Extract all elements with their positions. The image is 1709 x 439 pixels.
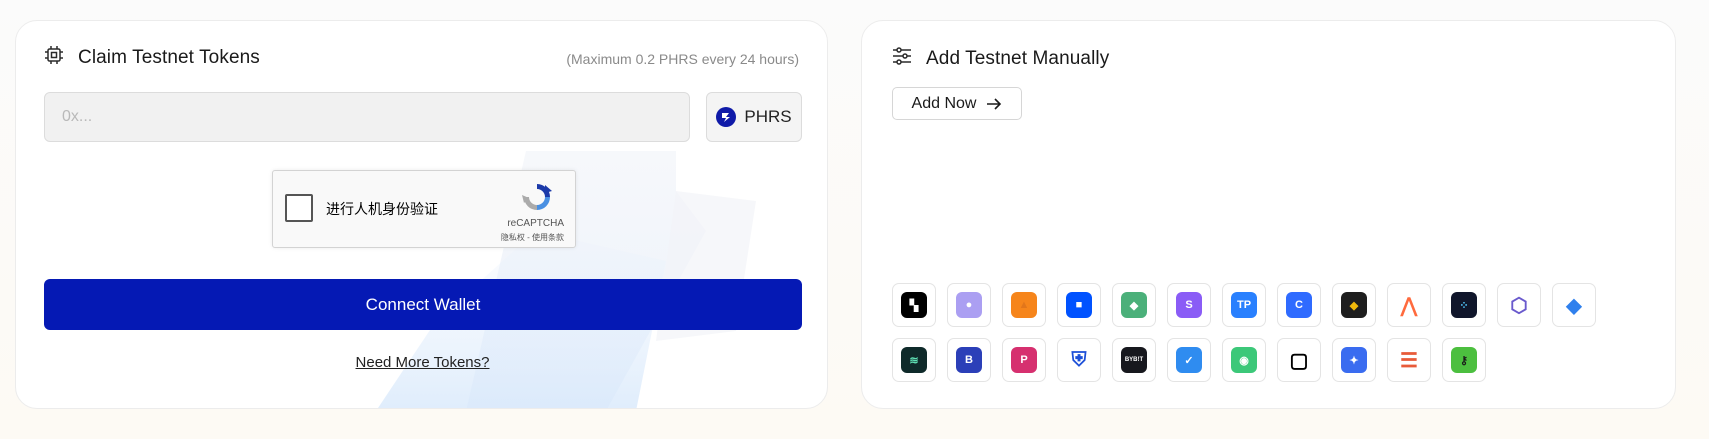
wallet-option[interactable]: ☰ <box>1387 338 1431 382</box>
manual-card-header: Add Testnet Manually <box>892 46 1109 71</box>
a-peak-wallet-icon: ⋀ <box>1396 292 1422 318</box>
b-blue-wallet-icon: B <box>956 347 982 373</box>
wallet-option[interactable]: ▲ <box>1002 283 1046 327</box>
square-ring-wallet-icon: ▢ <box>1286 347 1312 373</box>
recaptcha-terms-links[interactable]: 隐私权 - 使用条款 <box>501 232 564 243</box>
more-tokens-row: Need More Tokens? <box>16 354 827 372</box>
sliders-icon <box>892 46 912 71</box>
wallet-option[interactable]: ■ <box>1057 283 1101 327</box>
wallet-option[interactable]: TP <box>1222 283 1266 327</box>
wallet-option[interactable]: ✦ <box>1332 338 1376 382</box>
add-testnet-card: Add Testnet Manually Add Now ▚ ● ▲ ■ ◆ S TP C ◆ ⋀… <box>861 20 1676 409</box>
shield-wallet-icon: ⛨ <box>1066 347 1092 373</box>
metamask-fox-icon: ▲ <box>1011 292 1037 318</box>
wallet-option[interactable]: S <box>1167 283 1211 327</box>
add-now-label: Add Now <box>911 94 977 112</box>
connect-wallet-button[interactable]: Connect Wallet <box>44 279 802 330</box>
need-more-tokens-link[interactable]: Need More Tokens? <box>356 354 490 371</box>
s-gradient-wallet-icon: S <box>1176 292 1202 318</box>
wallet-option[interactable]: ◆ <box>1552 283 1596 327</box>
wallet-option[interactable]: ⋀ <box>1387 283 1431 327</box>
dot-grid-wallet-icon: ⁘ <box>1451 292 1477 318</box>
green-key-wallet-icon: ⚷ <box>1451 347 1477 373</box>
binance-wallet-icon: ◆ <box>1341 292 1367 318</box>
claim-testnet-card: Claim Testnet Tokens (Maximum 0.2 PHRS e… <box>15 20 828 409</box>
wallet-option[interactable]: B <box>947 338 991 382</box>
wallet-option[interactable]: P <box>1002 338 1046 382</box>
token-selector[interactable]: PHRS <box>706 92 802 142</box>
claim-limit-hint: (Maximum 0.2 PHRS every 24 hours) <box>566 51 799 67</box>
claim-card-title: Claim Testnet Tokens <box>78 46 260 68</box>
wallet-option[interactable]: ◆ <box>1112 283 1156 327</box>
stripes-wallet-icon: ☰ <box>1396 347 1422 373</box>
wallet-grid: ▚ ● ▲ ■ ◆ S TP C ◆ ⋀ ⁘ ⬡ ◆ ≋ B P ⛨ BYB!T ✓ ◉ ▢ ✦ ☰ ⚷ <box>892 283 1596 382</box>
arrow-right-icon <box>986 97 1002 111</box>
okx-wallet-icon: ▚ <box>901 292 927 318</box>
recaptcha-brand: reCAPTCHA <box>507 218 564 229</box>
recaptcha-logo-icon <box>521 181 553 218</box>
p-gradient-wallet-icon: P <box>1011 347 1037 373</box>
wallet-option[interactable]: ✓ <box>1167 338 1211 382</box>
chip-icon <box>44 45 64 70</box>
green-ring-wallet-icon: ◉ <box>1231 347 1257 373</box>
wallet-option[interactable]: ▢ <box>1277 338 1321 382</box>
wallet-option[interactable]: ● <box>947 283 991 327</box>
bybit-wallet-icon: BYB!T <box>1121 347 1147 373</box>
wallet-option[interactable]: ◆ <box>1332 283 1376 327</box>
recaptcha-checkbox[interactable] <box>285 194 313 222</box>
recaptcha-widget: 进行人机身份验证 reCAPTCHA 隐私权 - 使用条款 <box>272 170 576 248</box>
tokenpocket-wallet-icon: TP <box>1231 292 1257 318</box>
sparkle-wallet-icon: ✦ <box>1341 347 1367 373</box>
claim-card-header: Claim Testnet Tokens <box>44 45 260 70</box>
c-circle-wallet-icon: C <box>1286 292 1312 318</box>
wallet-option[interactable]: BYB!T <box>1112 338 1156 382</box>
wallet-option[interactable]: ▚ <box>892 283 936 327</box>
wallet-option[interactable]: ⁘ <box>1442 283 1486 327</box>
wallet-option[interactable]: C <box>1277 283 1321 327</box>
wallet-option[interactable]: ≋ <box>892 338 936 382</box>
trust-gem-wallet-icon: ◆ <box>1561 292 1587 318</box>
wallet-option[interactable]: ⬡ <box>1497 283 1541 327</box>
wallet-option[interactable]: ⛨ <box>1057 338 1101 382</box>
wallet-option[interactable]: ⚷ <box>1442 338 1486 382</box>
recaptcha-label: 进行人机身份验证 <box>326 201 438 217</box>
waves-wallet-icon: ≋ <box>901 347 927 373</box>
add-now-button[interactable]: Add Now <box>892 87 1022 120</box>
coinbase-wallet-icon: ■ <box>1066 292 1092 318</box>
rainbow-diamond-wallet-icon: ◆ <box>1121 292 1147 318</box>
hexagon-wallet-icon: ⬡ <box>1506 292 1532 318</box>
wallet-option[interactable]: ◉ <box>1222 338 1266 382</box>
manual-card-title: Add Testnet Manually <box>926 47 1110 69</box>
wallet-address-input[interactable] <box>44 92 690 142</box>
token-symbol: PHRS <box>744 107 792 126</box>
phantom-wallet-icon: ● <box>956 292 982 318</box>
bird-wallet-icon: ✓ <box>1176 347 1202 373</box>
phrs-token-icon <box>716 107 737 127</box>
